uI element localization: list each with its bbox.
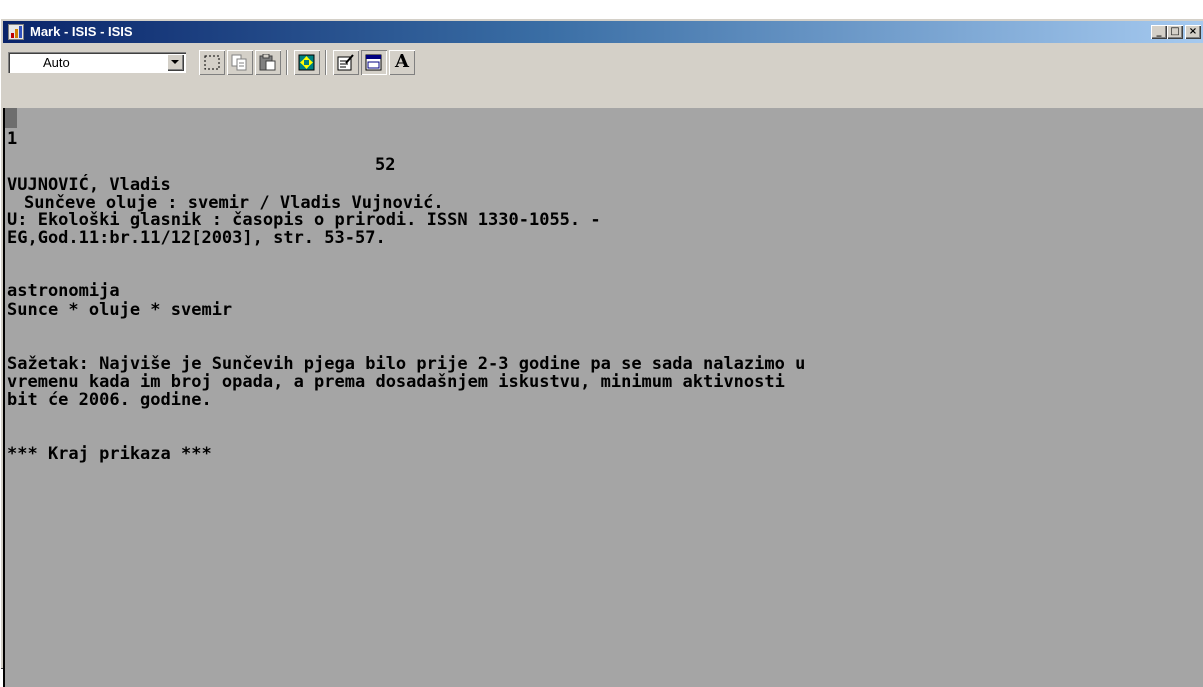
window-title: Mark - ISIS - ISIS bbox=[30, 24, 133, 39]
end-marker: *** Kraj prikaza *** bbox=[7, 444, 212, 464]
zoom-select[interactable]: Auto bbox=[8, 52, 186, 73]
zoom-select-value: Auto bbox=[43, 55, 70, 70]
font-button[interactable]: A bbox=[389, 50, 415, 75]
title-bar[interactable]: Mark - ISIS - ISIS _ □ × bbox=[3, 21, 1203, 43]
record-source: U: Ekološki glasnik : časopis o prirodi.… bbox=[7, 210, 601, 230]
font-icon: A bbox=[395, 51, 409, 72]
select-button[interactable] bbox=[199, 50, 225, 75]
toolbar: Auto A bbox=[3, 45, 1203, 79]
record-subject: astronomija bbox=[7, 281, 120, 301]
chevron-down-icon[interactable] bbox=[167, 54, 184, 71]
record-citation: EG,God.11:br.11/12[2003], str. 53-57. bbox=[7, 228, 386, 248]
maximize-button[interactable]: □ bbox=[1167, 25, 1183, 39]
paste-button[interactable] bbox=[255, 50, 281, 75]
app-icon[interactable] bbox=[8, 24, 24, 40]
properties-icon bbox=[337, 54, 354, 71]
record-mfn: 1 bbox=[7, 129, 18, 149]
toolbar-separator bbox=[286, 50, 288, 75]
record-display[interactable]: 1 52 VUJNOVIĆ, Vladis Sunčeve oluje : sv… bbox=[3, 108, 1203, 687]
select-icon bbox=[204, 55, 220, 70]
record-number: 52 bbox=[375, 155, 396, 175]
fit-icon bbox=[298, 54, 315, 71]
fit-button[interactable] bbox=[294, 50, 320, 75]
copy-icon bbox=[231, 54, 247, 71]
close-button[interactable]: × bbox=[1185, 25, 1201, 39]
record-abstract-line: Sažetak: Najviše je Sunčevih pjega bilo … bbox=[7, 354, 806, 374]
text-cursor bbox=[5, 108, 17, 128]
record-abstract-line: vremenu kada im broj opada, a prema dosa… bbox=[7, 372, 785, 392]
record-abstract-line: bit će 2006. godine. bbox=[7, 390, 212, 410]
record-author: VUJNOVIĆ, Vladis bbox=[7, 175, 171, 195]
copy-button[interactable] bbox=[227, 50, 253, 75]
record-keywords: Sunce * oluje * svemir bbox=[7, 300, 233, 320]
app-window: Mark - ISIS - ISIS _ □ × Auto A 1 52 VUJ… bbox=[0, 18, 1203, 687]
properties-button[interactable] bbox=[333, 50, 359, 75]
paste-icon bbox=[259, 54, 276, 71]
toolbar-separator bbox=[325, 50, 327, 75]
window-button[interactable] bbox=[361, 50, 387, 75]
window-icon bbox=[365, 54, 382, 71]
minimize-button[interactable]: _ bbox=[1151, 25, 1167, 39]
